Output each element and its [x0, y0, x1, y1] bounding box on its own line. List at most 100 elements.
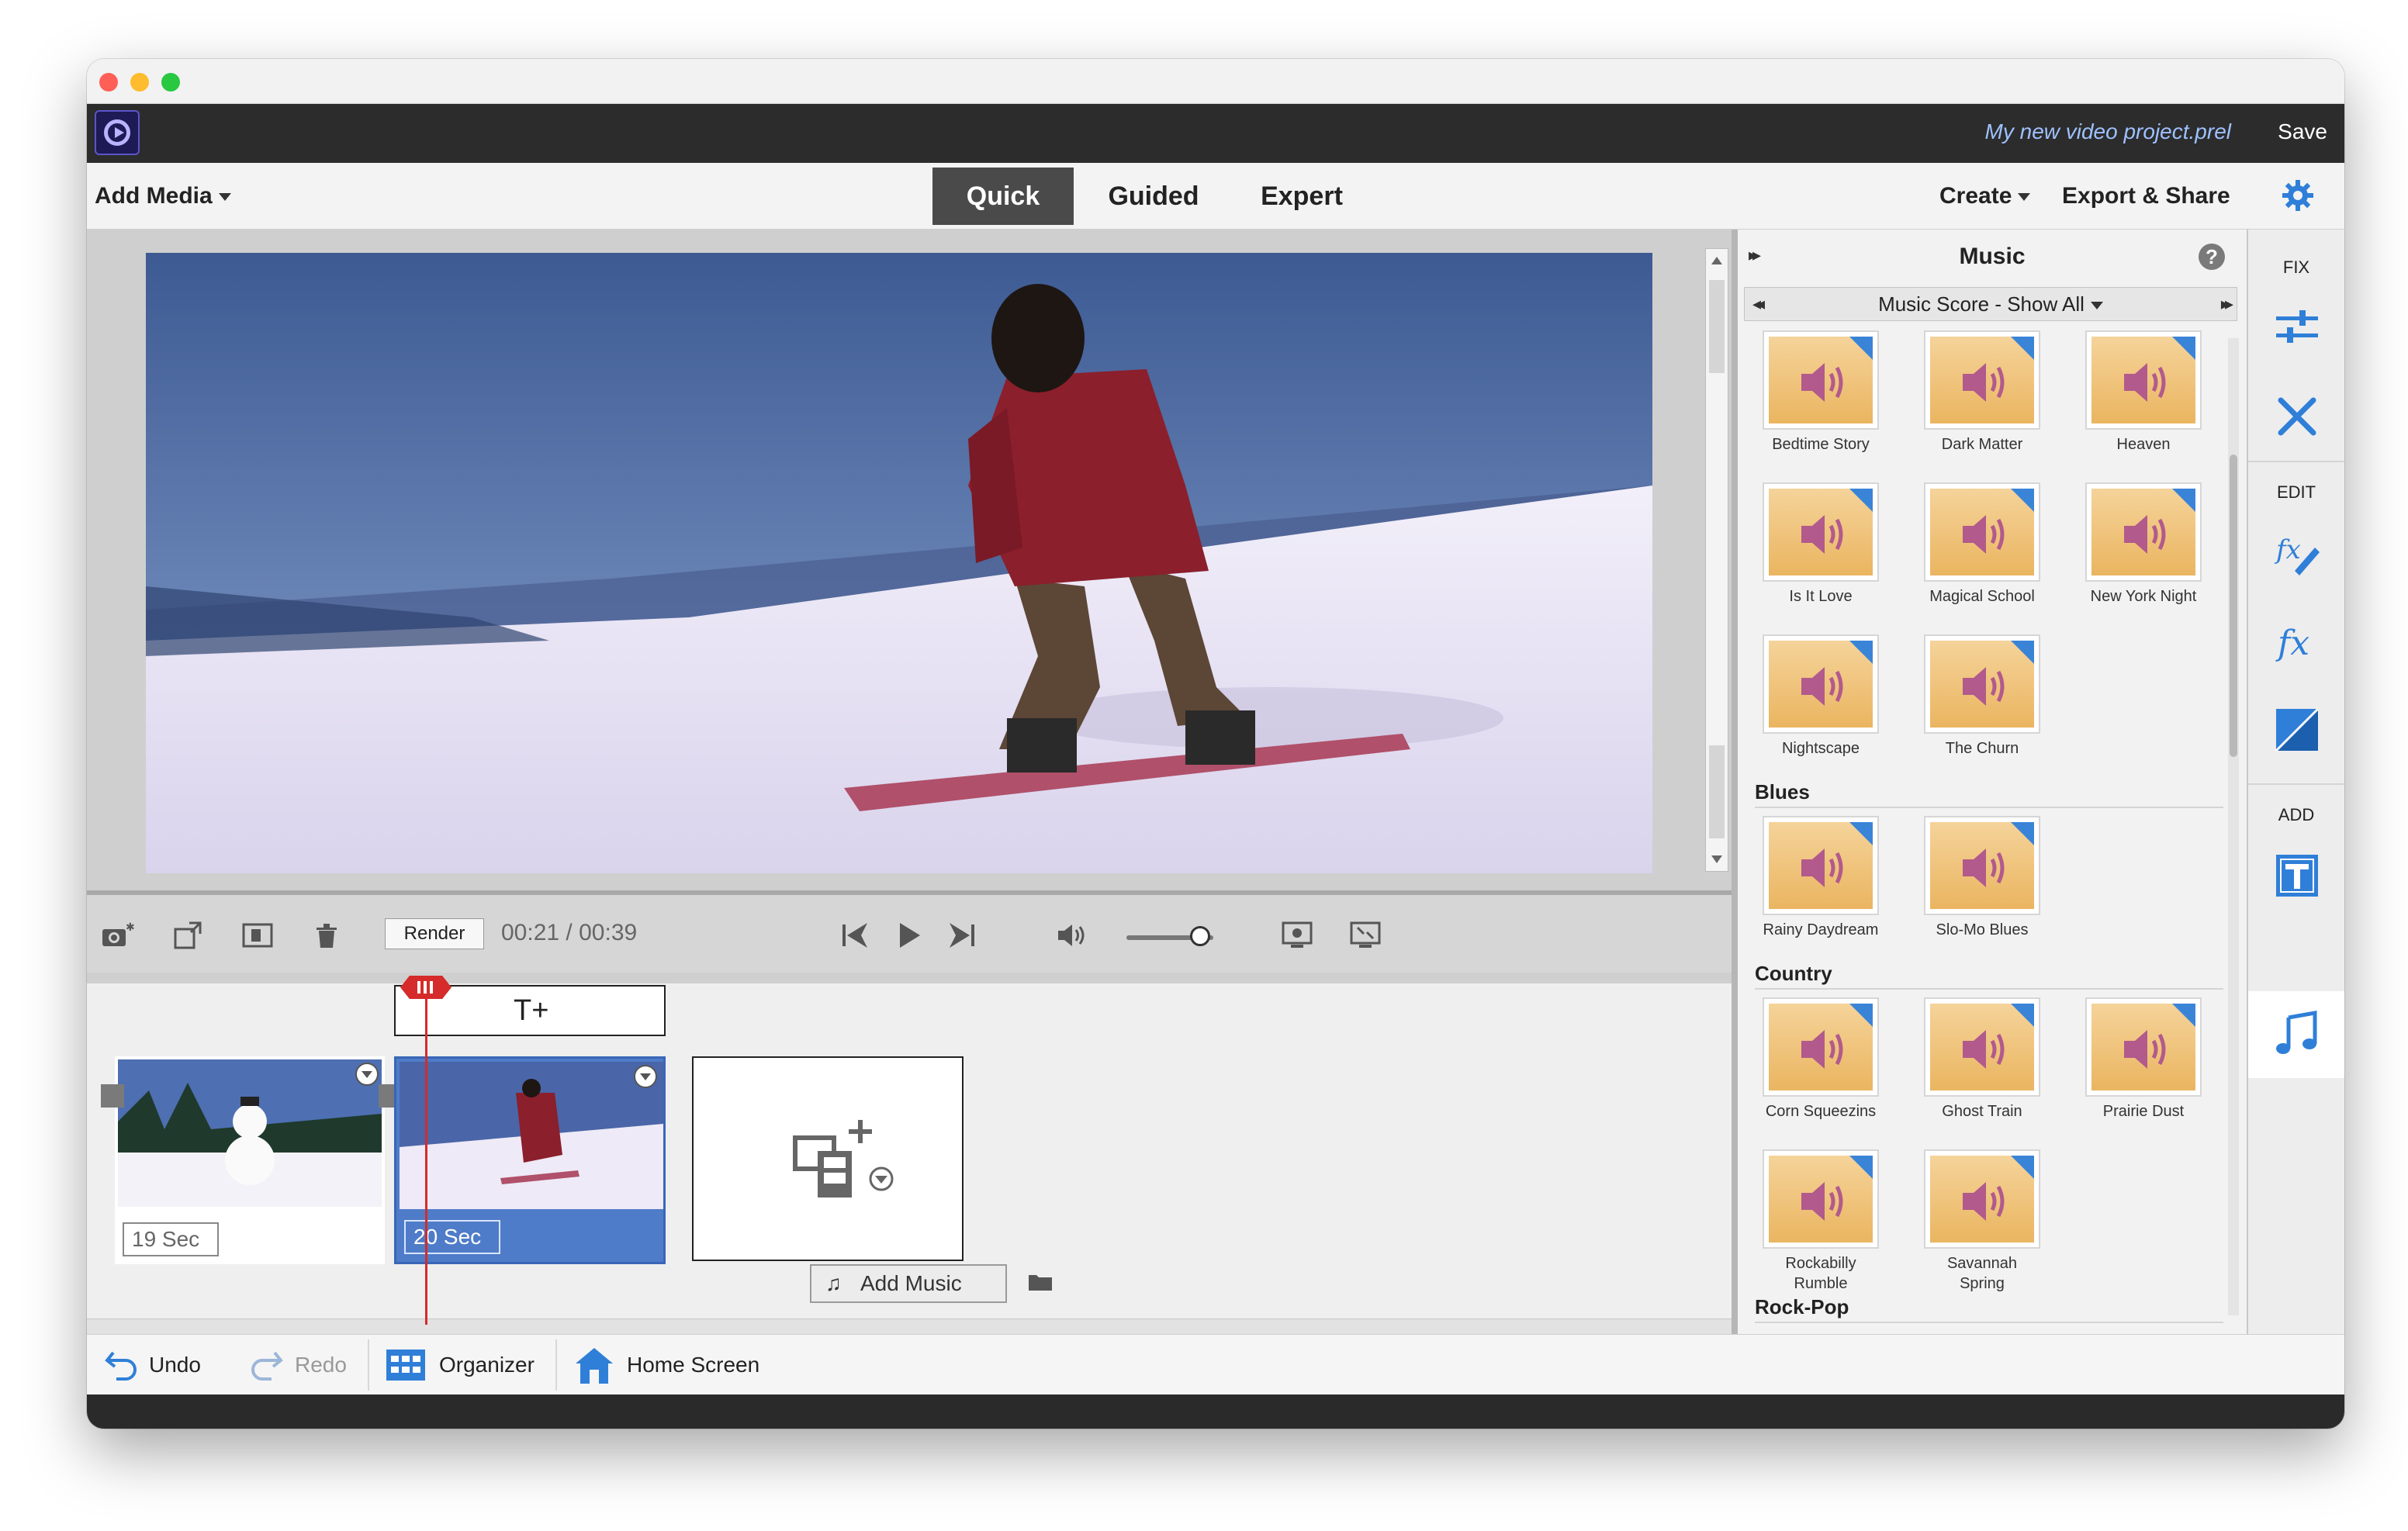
clip-menu-icon[interactable] [634, 1065, 657, 1088]
music-tile[interactable]: Dark Matter [1924, 330, 2040, 454]
monitor-scrollbar[interactable] [1705, 248, 1728, 872]
adjustments-icon[interactable] [2271, 302, 2323, 354]
tab-expert[interactable]: Expert [1232, 168, 1372, 225]
scroll-down-icon[interactable] [1711, 855, 1722, 863]
tab-quick[interactable]: Quick [932, 168, 1074, 225]
next-icon[interactable]: ▸▸ [2221, 294, 2233, 314]
timeline-scrollbar[interactable] [87, 1318, 1732, 1334]
status-bar [87, 1394, 2344, 1429]
organizer-button[interactable]: Organizer [385, 1335, 535, 1395]
add-text-icon[interactable]: T+ [514, 994, 548, 1028]
effects-icon[interactable]: fx [2271, 617, 2323, 669]
music-tile-label: Corn Squeezins [1765, 1103, 1877, 1120]
music-tile[interactable]: Slo-Mo Blues [1924, 816, 2040, 940]
folder-icon[interactable] [1027, 1270, 1054, 1292]
music-icon[interactable] [2271, 1008, 2323, 1059]
music-tile[interactable]: Prairie Dust [2085, 997, 2202, 1121]
add-media-drop-zone[interactable] [692, 1056, 964, 1261]
go-to-end-icon[interactable] [945, 920, 979, 951]
clip-menu-icon[interactable] [355, 1063, 379, 1086]
preview-monitor [87, 230, 1732, 890]
play-icon[interactable] [892, 920, 926, 951]
fullscreen-icon[interactable] [1348, 920, 1382, 951]
time-separator: / [566, 920, 573, 945]
fix-section-label: FIX [2282, 257, 2310, 277]
zoom-window-button[interactable] [161, 73, 180, 92]
music-thumbnail [1924, 997, 2040, 1097]
video-clip-selected[interactable]: 20 Sec [394, 1056, 666, 1264]
music-tile[interactable]: The Churn [1924, 634, 2040, 759]
tab-guided[interactable]: Guided [1083, 168, 1224, 225]
trim-handle-left[interactable] [101, 1084, 124, 1108]
playhead-handle[interactable] [400, 976, 452, 999]
music-tile[interactable]: Savannah Spring [1924, 1149, 2040, 1294]
svg-text:✱: ✱ [126, 921, 135, 934]
camera-settings-icon[interactable]: ✱ [101, 920, 135, 951]
music-tile[interactable]: Rockabilly Rumble [1763, 1149, 1879, 1294]
close-window-button[interactable] [99, 73, 118, 92]
split-clip-icon[interactable] [240, 920, 275, 951]
music-tile[interactable]: Ghost Train [1924, 997, 2040, 1121]
music-tile-label: Dark Matter [1941, 436, 2023, 453]
speaker-icon [1801, 363, 1843, 402]
preview-settings-icon[interactable] [1280, 920, 1314, 951]
volume-slider-knob[interactable] [1190, 926, 1210, 946]
music-tile[interactable]: Heaven [2085, 330, 2202, 454]
clip-thumbnail [400, 1062, 663, 1209]
panel-title: Music [1959, 244, 2026, 269]
music-thumbnail [1924, 1149, 2040, 1249]
speaker-icon [1801, 667, 1843, 706]
go-to-start-icon[interactable] [838, 920, 872, 951]
music-tile[interactable]: Is It Love [1763, 482, 1879, 607]
music-tile[interactable]: Magical School [1924, 482, 2040, 607]
music-tile-label: Magical School [1929, 588, 2035, 605]
create-label: Create [1939, 183, 2012, 209]
titles-icon[interactable] [2271, 850, 2323, 901]
video-clip[interactable]: 19 Sec [115, 1056, 385, 1264]
gear-icon[interactable] [2281, 178, 2315, 213]
chevron-down-icon [2018, 193, 2031, 202]
minimize-window-button[interactable] [130, 73, 149, 92]
music-tile-label: The Churn [1945, 740, 2019, 757]
applied-effects-icon[interactable]: fx [2271, 527, 2323, 579]
panel-scrollbar[interactable] [2228, 338, 2239, 1315]
speaker-icon [2124, 515, 2166, 554]
category-divider [1755, 807, 2223, 808]
music-filter-dropdown[interactable]: ◂◂ Music Score - Show All ▸▸ [1744, 287, 2237, 321]
music-tile[interactable]: Bedtime Story [1763, 330, 1879, 454]
help-icon[interactable]: ? [2199, 244, 2225, 270]
scroll-thumb[interactable] [2230, 454, 2237, 757]
speaker-icon [1801, 1182, 1843, 1221]
bottom-bar: Undo Redo Organizer Home Screen [87, 1334, 2344, 1394]
speaker-icon [2124, 1030, 2166, 1069]
music-tile[interactable]: Nightscape [1763, 634, 1879, 759]
music-tile[interactable]: New York Night [2085, 482, 2202, 607]
tools-icon[interactable] [2271, 391, 2323, 442]
scroll-thumb-lower[interactable] [1709, 745, 1725, 838]
create-menu[interactable]: Create [1939, 183, 2031, 209]
app-header: My new video project.prel Save [87, 104, 2344, 163]
music-tile[interactable]: Corn Squeezins [1763, 997, 1879, 1121]
add-media-menu[interactable]: Add Media [95, 183, 231, 209]
music-thumbnail [1763, 330, 1879, 430]
speaker-icon [1963, 848, 2005, 887]
redo-label: Redo [295, 1353, 347, 1377]
export-share-menu[interactable]: Export & Share [2062, 183, 2230, 209]
transitions-icon[interactable] [2271, 704, 2323, 755]
save-button[interactable]: Save [2278, 119, 2327, 144]
home-screen-button[interactable]: Home Screen [574, 1335, 759, 1395]
scroll-thumb[interactable] [1709, 280, 1725, 373]
volume-icon[interactable] [1055, 920, 1089, 951]
music-thumbnail [1924, 330, 2040, 430]
undo-button[interactable]: Undo [104, 1335, 201, 1395]
music-tile-label: Heaven [2116, 436, 2171, 453]
music-tile[interactable]: Rainy Daydream [1763, 816, 1879, 940]
redo-button[interactable]: Redo [247, 1335, 347, 1395]
video-preview[interactable] [146, 253, 1652, 873]
music-thumbnail [1763, 1149, 1879, 1249]
scroll-up-icon[interactable] [1711, 257, 1722, 264]
render-button[interactable]: Render [385, 918, 484, 949]
transform-icon[interactable] [172, 920, 206, 951]
add-music-button[interactable]: ♫ Add Music [810, 1264, 1007, 1303]
delete-icon[interactable] [310, 920, 344, 951]
